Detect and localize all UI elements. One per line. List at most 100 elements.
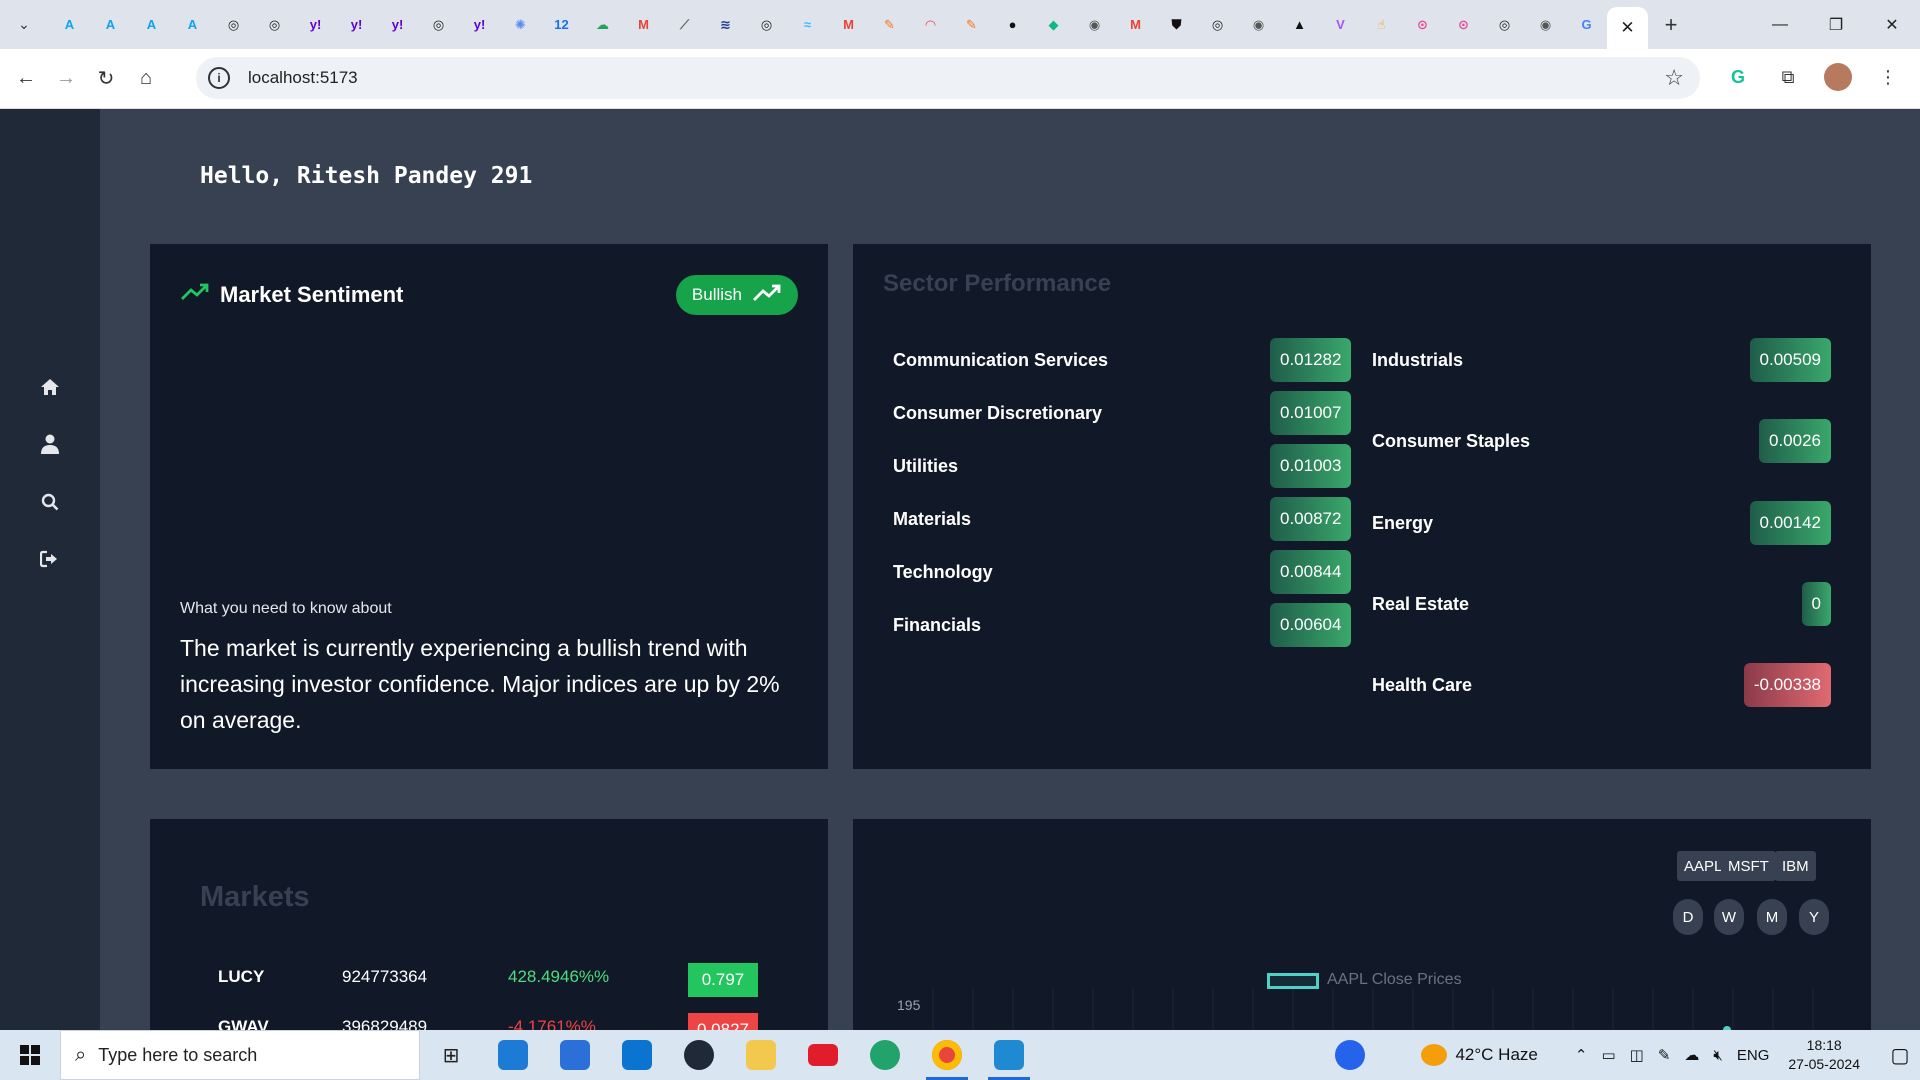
sector-name: Communication Services	[893, 349, 1109, 370]
azure-icon[interactable]: A	[172, 8, 213, 42]
battery-icon[interactable]: ▭	[1601, 1046, 1615, 1064]
chart-icon[interactable]: ⟋	[664, 8, 705, 42]
reload-icon[interactable]: ↻	[86, 59, 126, 99]
azure-icon[interactable]: A	[90, 8, 131, 42]
bookmark-star-icon[interactable]: ☆	[1664, 65, 1684, 91]
tab-search-chevron-icon[interactable]: ⌄	[7, 8, 41, 42]
grammarly-icon[interactable]: G	[1720, 59, 1756, 95]
store-app-icon[interactable]	[544, 1030, 606, 1080]
extensions-icon[interactable]: ⧉	[1770, 59, 1806, 95]
market-row[interactable]: LUCY 924773364 428.4946%% 0.797	[150, 959, 828, 999]
gemini-icon[interactable]: ✺	[500, 8, 541, 42]
active-tab-close-button[interactable]: ✕	[1607, 7, 1648, 49]
azure-icon[interactable]: A	[131, 8, 172, 42]
chatgpt-icon: ◎	[268, 16, 281, 32]
task-view-icon[interactable]: ⊞	[420, 1030, 482, 1080]
weather-widget[interactable]: 42°C Haze	[1421, 1044, 1538, 1066]
chatgpt-icon[interactable]: ◎	[1197, 8, 1238, 42]
globe-icon[interactable]: ◉	[1525, 8, 1566, 42]
gmail-icon[interactable]: M	[623, 8, 664, 42]
chatgpt-icon[interactable]: ◎	[746, 8, 787, 42]
myhp-app-icon[interactable]	[606, 1030, 668, 1080]
notifications-icon[interactable]: ▢	[1880, 1043, 1920, 1068]
vscode-app-icon[interactable]	[978, 1030, 1040, 1080]
sector-value-badge: 0.01003	[1270, 444, 1352, 488]
sector-value-badge: 0.00509	[1749, 338, 1831, 382]
gmail-icon[interactable]: M	[828, 8, 869, 42]
windows-start-icon[interactable]	[0, 1030, 60, 1080]
new-tab-button[interactable]: +	[1654, 8, 1688, 42]
clock[interactable]: 18:18 27-05-2024	[1788, 1036, 1860, 1074]
mute-icon[interactable]: 🔇︎	[1713, 1047, 1722, 1064]
postman-icon[interactable]: ✎	[951, 8, 992, 42]
vercel-icon[interactable]: ▲	[1279, 8, 1320, 42]
link-icon[interactable]: ⊙	[1402, 8, 1443, 42]
globe-icon[interactable]: ◉	[1238, 8, 1279, 42]
chatgpt-icon[interactable]: ◎	[1484, 8, 1525, 42]
minimize-icon[interactable]: —	[1752, 0, 1808, 49]
back-icon[interactable]: ←	[6, 59, 46, 99]
taskbar-search-box[interactable]: ⌕ Type here to search	[60, 1030, 420, 1080]
yahoo-icon[interactable]: y!	[295, 8, 336, 42]
whatsapp-app-icon[interactable]	[668, 1030, 730, 1080]
range-button[interactable]: Y	[1799, 899, 1829, 935]
shield-icon[interactable]: ⛊	[1156, 8, 1197, 42]
google-icon[interactable]: G	[1566, 8, 1607, 42]
close-window-icon[interactable]: ✕	[1864, 0, 1920, 49]
yahoo-icon[interactable]: y!	[377, 8, 418, 42]
profile-avatar[interactable]	[1820, 59, 1856, 95]
chatgpt-icon[interactable]: ◎	[418, 8, 459, 42]
calendar-icon[interactable]: 12	[541, 8, 582, 42]
home-icon[interactable]	[36, 373, 64, 401]
pen-icon[interactable]: ✎	[1658, 1046, 1671, 1064]
pinned-tabs: A A A A ◎ ◎ y! y! y! ◎ y! ✺ 12 ☁ M ⟋ ≋ ◎ ≈ M ✎ ◠ ✎ ● ◆ ◉ M ⛊ ◎ ◉ ▲ V ☝ ⊙ ⊙…	[49, 8, 1607, 42]
yahoo-icon: y!	[473, 17, 486, 32]
chrome-app-icon[interactable]	[916, 1030, 978, 1080]
chatgpt-icon[interactable]: ◎	[213, 8, 254, 42]
vite-icon[interactable]: V	[1320, 8, 1361, 42]
logout-icon[interactable]	[36, 545, 64, 573]
diamond-icon[interactable]: ◆	[1033, 8, 1074, 42]
edge-app-icon[interactable]	[854, 1030, 916, 1080]
forward-icon[interactable]: →	[46, 59, 86, 99]
symbol-button[interactable]: MSFT	[1721, 851, 1776, 881]
meet-icon[interactable]: ◫	[1630, 1046, 1644, 1064]
onedrive-icon[interactable]: ☁	[1684, 1046, 1699, 1064]
stack-icon[interactable]: ≋	[705, 8, 746, 42]
window-controls: — ❐ ✕	[1752, 0, 1920, 49]
range-button[interactable]: M	[1757, 899, 1787, 935]
cloud-icon[interactable]: ☁	[582, 8, 623, 42]
url-text[interactable]: localhost:5173	[248, 68, 358, 88]
link-icon[interactable]: ⊙	[1443, 8, 1484, 42]
help-icon[interactable]	[1335, 1040, 1366, 1070]
chatgpt-icon[interactable]: ◎	[254, 8, 295, 42]
yahoo-icon[interactable]: y!	[459, 8, 500, 42]
gmail-icon[interactable]: M	[1115, 8, 1156, 42]
globe-icon[interactable]: ◉	[1074, 8, 1115, 42]
chevron-up-icon[interactable]: ⌃	[1575, 1046, 1588, 1064]
youtube-app-icon[interactable]	[792, 1030, 854, 1080]
user-icon[interactable]	[36, 430, 64, 458]
azure-icon[interactable]: A	[49, 8, 90, 42]
hand-icon[interactable]: ☝	[1361, 8, 1402, 42]
tailwind-icon[interactable]: ≈	[787, 8, 828, 42]
yahoo-icon[interactable]: y!	[336, 8, 377, 42]
market-row[interactable]: GWAV 396829489 -4.1761%% 0.0827	[150, 1009, 828, 1030]
symbol-button[interactable]: IBM	[1775, 851, 1816, 881]
mail-app-icon[interactable]	[482, 1030, 544, 1080]
home-page-icon[interactable]: ⌂	[126, 59, 166, 99]
github-icon[interactable]: ●	[992, 8, 1033, 42]
range-button[interactable]: W	[1714, 899, 1744, 935]
range-button[interactable]: D	[1673, 899, 1703, 935]
postman-icon[interactable]: ✎	[869, 8, 910, 42]
language-indicator[interactable]: ENG	[1737, 1047, 1770, 1064]
rainbow-icon[interactable]: ◠	[910, 8, 951, 42]
sector-row: Consumer Discretionary	[893, 391, 1102, 435]
file-explorer-icon[interactable]	[730, 1030, 792, 1080]
site-info-icon[interactable]: i	[208, 67, 230, 89]
search-icon[interactable]	[36, 488, 64, 516]
omnibox[interactable]: i localhost:5173 ☆	[196, 57, 1700, 99]
system-tray: 42°C Haze ⌃ ▭ ◫ ✎ ☁ 🔇︎ ENG 18:18 27-05-2…	[1335, 1030, 1920, 1080]
kebab-menu-icon[interactable]: ⋮	[1870, 59, 1906, 95]
restore-icon[interactable]: ❐	[1808, 0, 1864, 49]
